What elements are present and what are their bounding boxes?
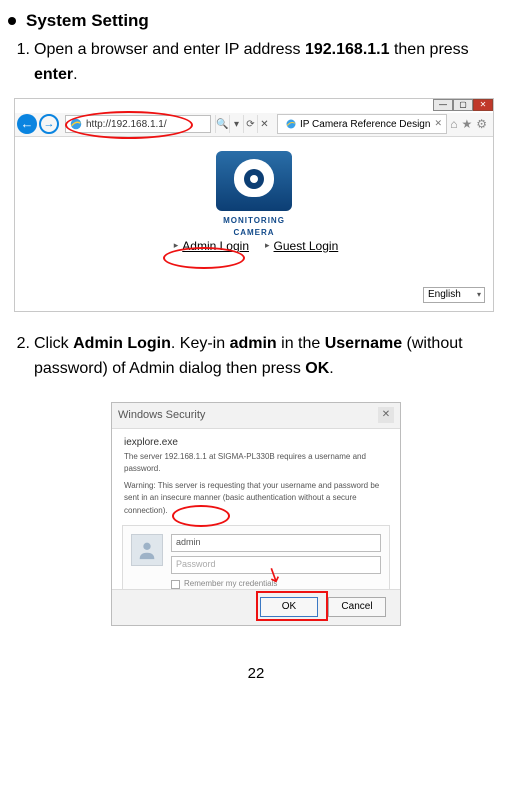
dialog-titlebar: Windows Security ✕ <box>112 403 400 429</box>
page-number: 22 <box>8 662 504 685</box>
admin-login-link[interactable]: Admin Login <box>182 237 249 256</box>
language-select[interactable]: English ▾ <box>423 287 485 303</box>
dropdown-icon[interactable]: ▾ <box>229 115 243 133</box>
password-input[interactable]: Password <box>171 556 381 574</box>
browser-toolbar: ← → http://192.168.1.1/ 🔍 ▾ ⟳ ✕ IP Camer… <box>15 113 493 137</box>
forward-button[interactable]: → <box>39 114 59 134</box>
ok-word: OK <box>305 360 329 377</box>
step-1: 1. Open a browser and enter IP address 1… <box>8 38 504 88</box>
logo-text: MONITORING CAMERA <box>216 215 292 240</box>
t: in the <box>277 335 325 352</box>
tools-icon[interactable]: ⚙ <box>476 115 487 134</box>
step-1-number: 1. <box>8 38 30 88</box>
enter-word: enter <box>34 66 73 83</box>
admin-word: admin <box>230 335 277 352</box>
t: . <box>73 66 77 83</box>
back-button[interactable]: ← <box>17 114 37 134</box>
tab-label: IP Camera Reference Design <box>300 117 430 133</box>
username-word: Username <box>325 335 402 352</box>
bullet-icon <box>8 17 16 25</box>
minimize-button[interactable]: — <box>433 99 453 111</box>
dialog-close-button[interactable]: ✕ <box>378 407 394 423</box>
remember-checkbox[interactable] <box>171 580 180 589</box>
browser-screenshot: — ▢ ✕ ← → http://192.168.1.1/ 🔍 ▾ ⟳ ✕ IP… <box>14 98 494 312</box>
t: . Key-in <box>171 335 230 352</box>
user-avatar-icon <box>131 534 163 566</box>
dialog-message-1: The server 192.168.1.1 at SIGMA-PL330B r… <box>124 451 388 476</box>
dialog-buttons: OK Cancel <box>112 589 400 625</box>
t: Click <box>34 335 73 352</box>
t: . <box>329 360 333 377</box>
dialog-app-name: iexplore.exe <box>124 435 388 451</box>
dialog-body: iexplore.exe The server 192.168.1.1 at S… <box>112 429 400 517</box>
address-text: http://192.168.1.1/ <box>86 117 167 133</box>
home-icon[interactable]: ⌂ <box>450 115 457 134</box>
language-value: English <box>428 287 461 303</box>
dialog-title: Windows Security <box>118 407 205 424</box>
step-2-text: Click Admin Login. Key-in admin in the U… <box>34 332 504 382</box>
window-controls: — ▢ ✕ <box>433 99 493 111</box>
section-heading: System Setting <box>8 8 504 34</box>
admin-login-word: Admin Login <box>73 335 171 352</box>
ie-icon <box>69 117 83 131</box>
ok-button[interactable]: OK <box>260 597 318 617</box>
username-value: admin <box>176 536 201 550</box>
refresh-icon[interactable]: ⟳ <box>243 115 257 133</box>
heading-text: System Setting <box>26 8 149 34</box>
browser-tab[interactable]: IP Camera Reference Design ✕ <box>277 114 447 134</box>
step-2-number: 2. <box>8 332 30 382</box>
credentials-form: admin Password Remember my credentials <box>122 525 390 597</box>
step-2: 2. Click Admin Login. Key-in admin in th… <box>8 332 504 382</box>
ie-icon <box>285 118 297 130</box>
chevron-down-icon: ▾ <box>477 289 481 301</box>
search-icon[interactable]: 🔍 <box>215 115 229 133</box>
t: Open a browser and enter IP address <box>34 41 305 58</box>
stop-icon[interactable]: ✕ <box>257 115 271 133</box>
camera-logo: MONITORING CAMERA <box>216 151 292 227</box>
maximize-button[interactable]: ▢ <box>453 99 473 111</box>
dialog-message-2: Warning: This server is requesting that … <box>124 480 388 517</box>
step-1-text: Open a browser and enter IP address 192.… <box>34 38 504 88</box>
address-bar[interactable]: http://192.168.1.1/ <box>65 115 211 133</box>
username-input[interactable]: admin <box>171 534 381 552</box>
page-content: MONITORING CAMERA ▸ Admin Login ▸ Guest … <box>15 137 493 311</box>
password-placeholder: Password <box>176 558 216 572</box>
favorites-icon[interactable]: ★ <box>461 115 472 134</box>
guest-login-link[interactable]: Guest Login <box>274 237 339 256</box>
toolbar-right-icons: ⌂ ★ ⚙ <box>450 115 487 134</box>
login-links: ▸ Admin Login ▸ Guest Login <box>170 237 339 256</box>
triangle-icon: ▸ <box>174 239 179 253</box>
security-dialog-screenshot: Windows Security ✕ iexplore.exe The serv… <box>111 402 401 626</box>
cancel-button[interactable]: Cancel <box>328 597 386 617</box>
t: then press <box>390 41 469 58</box>
close-button[interactable]: ✕ <box>473 99 493 111</box>
tab-close-icon[interactable]: ✕ <box>434 117 442 131</box>
triangle-icon: ▸ <box>265 239 270 253</box>
ip-address: 192.168.1.1 <box>305 41 390 58</box>
